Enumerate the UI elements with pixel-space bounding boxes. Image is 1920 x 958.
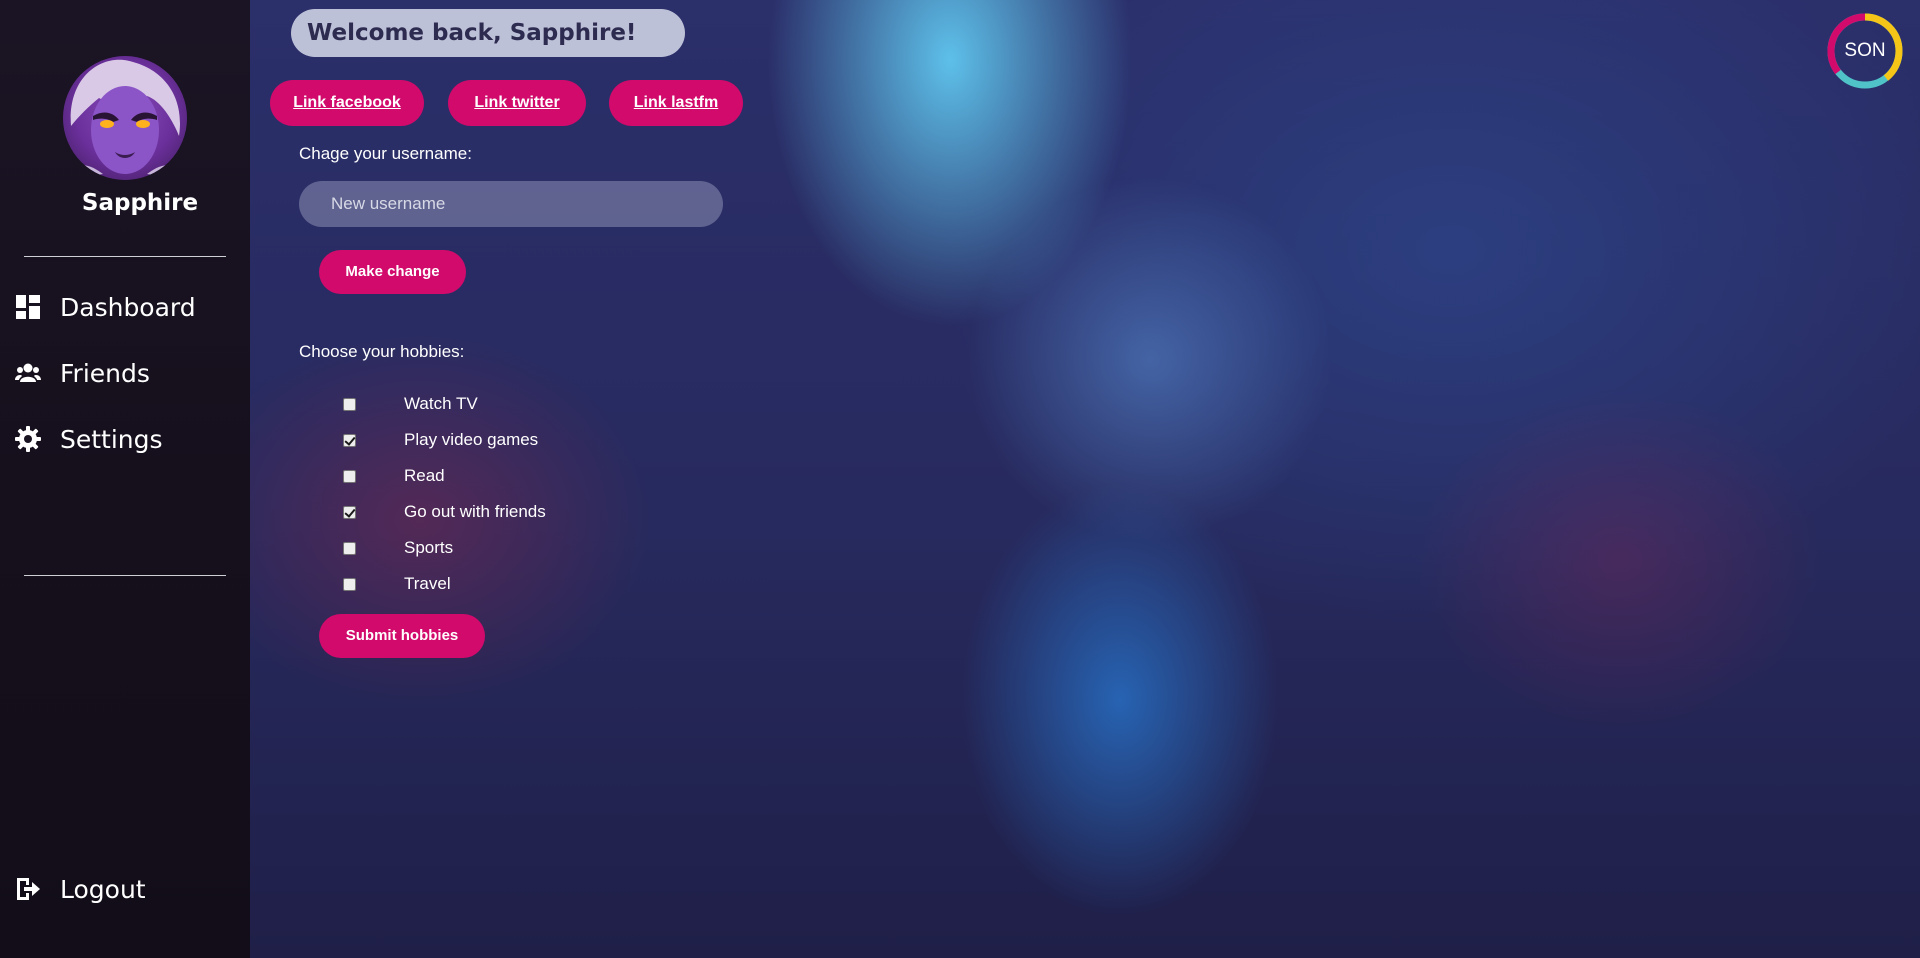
hobby-checkbox-read[interactable] xyxy=(343,469,356,483)
hobby-item: Go out with friends xyxy=(343,500,546,524)
hobby-checkbox-travel[interactable] xyxy=(343,577,356,591)
sidebar-item-logout[interactable]: Logout xyxy=(14,869,146,909)
hobbies-label: Choose your hobbies: xyxy=(299,342,465,361)
hobby-item: Watch TV xyxy=(343,392,478,416)
sidebar-item-label: Dashboard xyxy=(60,292,196,322)
gear-icon xyxy=(14,425,42,453)
hobby-label: Sports xyxy=(404,538,454,557)
avatar xyxy=(63,56,187,180)
hobby-item: Travel xyxy=(343,572,451,596)
link-twitter-button[interactable]: Link twitter xyxy=(448,80,586,126)
welcome-banner: Welcome back, Sapphire! xyxy=(291,9,685,57)
avatar-image xyxy=(63,59,187,180)
make-change-button[interactable]: Make change xyxy=(319,250,466,294)
hobby-label: Watch TV xyxy=(404,394,478,413)
sidebar-divider-top xyxy=(24,256,226,257)
link-facebook-button[interactable]: Link facebook xyxy=(270,80,424,126)
sidebar-divider-bottom xyxy=(24,575,226,576)
sidebar: Sapphire Dashboard Friends Settings Logo… xyxy=(0,0,250,958)
new-username-input[interactable] xyxy=(299,181,723,227)
logo-text: SON xyxy=(1844,40,1886,61)
hobby-label: Read xyxy=(404,466,445,485)
dashboard-icon xyxy=(14,293,42,321)
hobby-item: Sports xyxy=(343,536,453,560)
son-logo[interactable]: SON xyxy=(1826,12,1904,90)
hobby-checkbox-sports[interactable] xyxy=(343,541,356,555)
submit-hobbies-button[interactable]: Submit hobbies xyxy=(319,614,485,658)
sidebar-item-label: Friends xyxy=(60,358,150,388)
profile-username: Sapphire xyxy=(81,190,199,216)
logout-label: Logout xyxy=(60,874,146,904)
sidebar-item-settings[interactable]: Settings xyxy=(14,419,163,459)
hobby-label: Go out with friends xyxy=(404,502,546,521)
sidebar-item-dashboard[interactable]: Dashboard xyxy=(14,287,196,327)
username-change-label: Chage your username: xyxy=(299,144,472,163)
hobby-checkbox-go-out-with-friends[interactable] xyxy=(343,505,356,519)
hobby-item: Read xyxy=(343,464,445,488)
logout-icon xyxy=(14,875,42,903)
friends-icon xyxy=(14,359,42,387)
hobby-item: Play video games xyxy=(343,428,538,452)
sidebar-item-friends[interactable]: Friends xyxy=(14,353,150,393)
hobby-checkbox-watch-tv[interactable] xyxy=(343,397,356,411)
link-lastfm-button[interactable]: Link lastfm xyxy=(609,80,743,126)
hobby-checkbox-play-video-games[interactable] xyxy=(343,433,356,447)
hobby-label: Play video games xyxy=(404,430,539,449)
sidebar-item-label: Settings xyxy=(60,424,163,454)
hobby-label: Travel xyxy=(404,574,451,593)
